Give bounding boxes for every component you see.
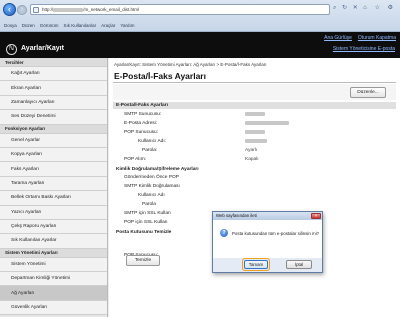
menu-bar: Dosya Düzen Görünüm Sık Kullanılanlar Ar… — [0, 20, 400, 31]
row-smtp-server: SMTP Sunucusu: — [109, 111, 400, 119]
menu-edit[interactable]: Düzen — [22, 23, 35, 28]
menu-help[interactable]: Yardım — [120, 23, 134, 28]
sidebar-item-security[interactable]: Güvenlik Ayarları — [0, 300, 107, 316]
edit-button[interactable]: Düzenle... — [350, 87, 386, 98]
logout-link[interactable]: Oturum Kapatma — [358, 35, 396, 41]
sidebar-item-favorites[interactable]: Sık Kullanılan Ayarlar — [0, 234, 107, 249]
header-links: Ana Gürlüşe Oturum Kapatma — [324, 35, 396, 41]
sidebar-item-media-print[interactable]: Bellek Ortamı Baskı Ayarları — [0, 191, 107, 206]
question-icon: ? — [220, 229, 228, 237]
auth-pop-label: Göndermeden Önce POP — [124, 175, 179, 180]
menu-file[interactable]: Dosya — [4, 23, 17, 28]
auth-pw-label: Parola — [142, 202, 156, 207]
divider — [113, 82, 396, 83]
menu-tools[interactable]: Araçlar — [101, 23, 115, 28]
menu-favorites[interactable]: Sık Kullanılanlar — [64, 23, 97, 28]
email-address-value — [245, 120, 289, 128]
section-auth-header: Kimlik Doğrulama/Şifreleme Ayarları — [116, 167, 199, 172]
sidebar-item-volume[interactable]: Ses Düzeyi Denetimi — [0, 110, 107, 125]
address-bar[interactable]: http:///m_network_email_dist.html — [30, 4, 330, 15]
sidebar-item-paper[interactable]: Kağıt Ayarları — [0, 67, 107, 82]
toolbar: Düzenle... — [113, 84, 396, 100]
menu-view[interactable]: Görünüm — [40, 23, 59, 28]
sysmgr-email-link[interactable]: Sistem Yöneticisine E-posta — [333, 46, 395, 52]
forward-icon[interactable]: › — [17, 5, 27, 15]
auth-smtp-label: SMTP Kimlik Doğrulaması — [124, 184, 180, 189]
dialog-message: Posta kutusundan tüm e-postalar silinsin… — [232, 231, 320, 236]
sidebar-section-function: Fonksiyon Ayarları — [0, 124, 107, 134]
smtp-ssl-label: SMTP için SSL Kullan — [124, 211, 171, 216]
sidebar-section-preferences: Tercihler — [0, 58, 107, 67]
row-user-name: Kullanıcı Adı: — [109, 138, 400, 146]
sidebar-item-common[interactable]: Genel Ayarlar — [0, 133, 107, 148]
settings-logo-icon: ℕ — [6, 44, 17, 55]
close-icon[interactable]: × — [311, 213, 321, 219]
main-content: Ayarlar/Kayıt: Sistem Yönetimi Ayarları:… — [109, 58, 400, 317]
sidebar: Tercihler Kağıt Ayarları Ekran Ayarları … — [0, 58, 108, 317]
row-password: Parola: Ayarlı — [109, 147, 400, 155]
row-pop-rx: POP Alım: Kapalı — [109, 156, 400, 164]
user-name-label: Kullanıcı Adı: — [138, 139, 166, 144]
row-email-address: E-Posta Adresi: — [109, 120, 400, 128]
password-value: Ayarlı — [245, 148, 258, 153]
address-text: http:///m_network_email_dist.html — [42, 7, 140, 12]
section-email-header: E-Posta/İ-Faks Ayarları — [113, 102, 396, 109]
sidebar-item-copy[interactable]: Kopya Ayarları — [0, 147, 107, 163]
sidebar-item-timer[interactable]: Zamanlayıcı Ayarları — [0, 95, 107, 111]
smtp-server-value — [245, 111, 265, 119]
page-title: E-Posta/İ-Faks Ayarları — [114, 71, 206, 81]
browser-chrome: ‹ › http:///m_network_email_dist.html ⌕ … — [0, 0, 400, 32]
smtp-server-label: SMTP Sunucusu: — [124, 112, 162, 117]
sidebar-item-system-mgmt[interactable]: Sistem Yönetimi — [0, 257, 107, 273]
row-pop-server: POP Sunucusu: — [109, 129, 400, 137]
row-auth-smtp: SMTP Kimlik Doğrulaması — [109, 183, 400, 191]
ok-button[interactable]: Tamam — [244, 260, 268, 269]
pop-server-value — [245, 129, 265, 137]
dialog-title: Web sayfasından ileti — [213, 212, 322, 220]
sidebar-item-fax[interactable]: Faks Ayarları — [0, 162, 107, 177]
breadcrumb: Ayarlar/Kayıt: Sistem Yönetimi Ayarları:… — [114, 62, 267, 67]
auth-user-label: Kullanıcı Adı — [138, 193, 165, 198]
sidebar-item-dept-id[interactable]: Departman Kimliği Yönetimi — [0, 272, 107, 287]
sidebar-item-printer[interactable]: Yazıcı Ayarları — [0, 205, 107, 220]
app-title: Ayarlar/Kayıt — [21, 45, 64, 52]
pop-ssl-label: POP için SSL Kullan — [124, 220, 168, 225]
portal-link[interactable]: Ana Gürlüşe — [324, 35, 352, 41]
delete-mailbox-button[interactable]: Temizle — [126, 255, 160, 266]
window-icons[interactable]: ⌂ ☆ ⚙ — [363, 4, 396, 11]
sidebar-section-system: Sistem Yönetimi Ayarları — [0, 248, 107, 258]
back-icon[interactable]: ‹ — [3, 3, 16, 16]
pop-rx-value: Kapalı — [245, 157, 259, 162]
row-auth-pw: Parola — [109, 201, 400, 209]
password-label: Parola: — [142, 148, 158, 153]
sidebar-item-network[interactable]: Ağ Ayarları — [0, 286, 107, 301]
sidebar-item-report[interactable]: Çekş Raporu Ayarları — [0, 219, 107, 235]
dialog-body: ? Posta kutusundan tüm e-postalar silins… — [213, 220, 322, 258]
row-auth-pop: Göndermeden Önce POP — [109, 174, 400, 182]
email-address-label: E-Posta Adresi: — [124, 121, 158, 126]
sidebar-item-display[interactable]: Ekran Ayarları — [0, 81, 107, 96]
page-icon — [33, 7, 39, 13]
pop-server-label: POP Sunucusu: — [124, 130, 159, 135]
pop-rx-label: POP Alım: — [124, 157, 147, 162]
address-buttons[interactable]: ⌕ ↻ ✕ — [333, 4, 360, 12]
confirm-dialog: Web sayfasından ileti × ? Posta kutusund… — [212, 211, 323, 273]
row-auth-user: Kullanıcı Adı — [109, 192, 400, 200]
remote-ui-header: Ana Gürlüşe Oturum Kapatma ℕ Ayarlar/Kay… — [0, 32, 400, 58]
user-name-value — [245, 138, 267, 146]
sidebar-item-scan[interactable]: Tarama Ayarları — [0, 176, 107, 192]
cancel-button[interactable]: İptal — [286, 260, 312, 269]
